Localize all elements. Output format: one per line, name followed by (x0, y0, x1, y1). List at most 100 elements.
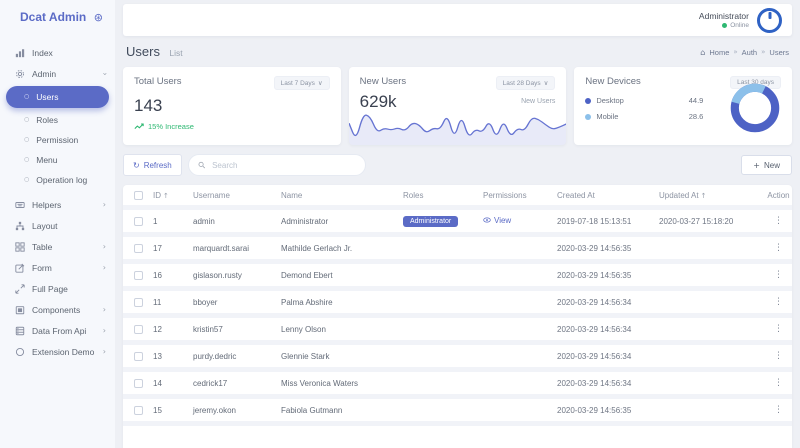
search-input[interactable] (210, 160, 356, 171)
row-actions-kebab-icon[interactable]: ⋮ (774, 378, 783, 388)
bullet-icon: ○ (24, 94, 29, 100)
cell-name: Lenny Olson (281, 325, 403, 334)
sort-asc-icon: ↑ (163, 192, 169, 200)
sidebar-item-permission[interactable]: ○ Permission (0, 130, 115, 150)
row-checkbox[interactable] (134, 379, 143, 388)
refresh-button[interactable]: ↻ Refresh (123, 154, 182, 176)
range-dropdown[interactable]: Last 28 Days ∨ (496, 76, 556, 90)
row-actions-kebab-icon[interactable]: ⋮ (774, 270, 783, 280)
eye-icon (483, 216, 491, 224)
stat-cards: Total Users Last 7 Days ∨ 143 15% Increa… (123, 67, 792, 145)
cell-id: 15 (153, 406, 193, 415)
cell-username: cedrick17 (193, 379, 281, 388)
sidebar-item-label: Menu (36, 155, 106, 165)
sidebar: Dcat Admin ⊛ Index Admin › ○ Users ○ Rol… (0, 0, 115, 448)
sidebar-item-components[interactable]: Components › (0, 299, 115, 320)
breadcrumb-users: Users (769, 48, 789, 57)
row-actions-kebab-icon[interactable]: ⋮ (774, 243, 783, 253)
sidebar-item-label: Table (32, 242, 96, 252)
sidebar-item-users[interactable]: ○ Users (6, 86, 109, 108)
sidebar-item-label: Admin (32, 69, 96, 79)
sitemap-icon (15, 221, 25, 231)
page-header: Users List ⌂ Home » Auth » Users (123, 36, 792, 67)
user-status: Online (699, 22, 749, 29)
sidebar-item-admin[interactable]: Admin › (0, 63, 115, 84)
col-header-username: Username (193, 191, 281, 200)
cell-name: Fabiola Gutmann (281, 406, 403, 415)
row-checkbox[interactable] (134, 217, 143, 226)
row-actions-kebab-icon[interactable]: ⋮ (774, 351, 783, 361)
table-toolbar: ↻ Refresh + New (123, 154, 792, 176)
bullet-icon: ○ (24, 157, 29, 163)
page-subtitle: List (169, 48, 182, 58)
row-checkbox[interactable] (134, 406, 143, 415)
col-header-action: Action (765, 191, 792, 200)
sidebar-item-extension-demo[interactable]: Extension Demo › (0, 341, 115, 362)
col-header-permissions: Permissions (483, 191, 557, 200)
cell-username: purdy.dedric (193, 352, 281, 361)
cell-username: bboyer (193, 298, 281, 307)
table-row: 14 cedrick17 Miss Veronica Waters 2020-0… (123, 372, 792, 399)
sidebar-item-index[interactable]: Index (0, 42, 115, 63)
sidebar-item-data-from-api[interactable]: Data From Api › (0, 320, 115, 341)
sidebar-item-operation-log[interactable]: ○ Operation log (0, 170, 115, 190)
legend-item-desktop: Desktop 44.9 (585, 96, 703, 105)
row-checkbox[interactable] (134, 271, 143, 280)
sort-asc-icon: ↑ (701, 192, 707, 200)
bar-chart-icon (15, 48, 25, 58)
cell-created-at: 2020-03-29 14:56:34 (557, 325, 659, 334)
sidebar-item-label: Full Page (32, 284, 106, 294)
new-button[interactable]: + New (741, 155, 792, 175)
col-header-created-at: Created At (557, 191, 659, 200)
cell-name: Demond Ebert (281, 271, 403, 280)
range-dropdown[interactable]: Last 7 Days ∨ (274, 76, 330, 90)
sidebar-item-label: Form (32, 263, 96, 273)
brand-link[interactable]: Dcat Admin (20, 10, 86, 24)
table-row: 16 gislason.rusty Demond Ebert 2020-03-2… (123, 264, 792, 291)
sidebar-item-form[interactable]: Form › (0, 257, 115, 278)
expand-icon (15, 284, 25, 294)
sidebar-item-layout[interactable]: Layout (0, 215, 115, 236)
sidebar-item-helpers[interactable]: Helpers › (0, 194, 115, 215)
search-box (188, 154, 366, 176)
chevron-right-icon: › (103, 264, 106, 272)
sparkline-chart (349, 105, 567, 145)
keyboard-icon (15, 200, 25, 210)
card-title: Total Users (134, 76, 182, 87)
row-checkbox[interactable] (134, 298, 143, 307)
sidebar-item-menu[interactable]: ○ Menu (0, 150, 115, 170)
sidebar-item-roles[interactable]: ○ Roles (0, 110, 115, 130)
cell-username: marquardt.sarai (193, 244, 281, 253)
cell-id: 14 (153, 379, 193, 388)
view-permissions-link[interactable]: View (483, 216, 511, 225)
col-header-updated-at[interactable]: Updated At↑ (659, 191, 765, 200)
row-checkbox[interactable] (134, 352, 143, 361)
row-actions-kebab-icon[interactable]: ⋮ (774, 405, 783, 415)
legend-value: 44.9 (689, 96, 704, 105)
row-checkbox[interactable] (134, 244, 143, 253)
chevron-down-icon: ∨ (544, 79, 549, 87)
sidebar-toggle-icon[interactable]: ⊛ (94, 11, 103, 24)
user-menu[interactable]: Administrator Online (699, 8, 782, 33)
sidebar-item-full-page[interactable]: Full Page (0, 278, 115, 299)
row-actions-kebab-icon[interactable]: ⋮ (774, 324, 783, 334)
col-header-id[interactable]: ID↑ (153, 191, 193, 200)
sidebar-item-label: Roles (36, 115, 106, 125)
cell-created-at: 2020-03-29 14:56:34 (557, 379, 659, 388)
breadcrumb: ⌂ Home » Auth » Users (700, 48, 789, 57)
row-actions-kebab-icon[interactable]: ⋮ (774, 216, 783, 226)
cell-username: gislason.rusty (193, 271, 281, 280)
cell-username: admin (193, 217, 281, 226)
row-actions-kebab-icon[interactable]: ⋮ (774, 297, 783, 307)
select-all-checkbox[interactable] (134, 191, 143, 200)
avatar[interactable] (757, 8, 782, 33)
row-checkbox[interactable] (134, 325, 143, 334)
sidebar-item-table[interactable]: Table › (0, 236, 115, 257)
database-icon (15, 326, 25, 336)
breadcrumb-auth[interactable]: Auth (742, 48, 757, 57)
cell-created-at: 2020-03-29 14:56:35 (557, 406, 659, 415)
cell-name: Glennie Stark (281, 352, 403, 361)
sidebar-item-label: Layout (32, 221, 106, 231)
sidebar-item-label: Index (32, 48, 106, 58)
breadcrumb-home[interactable]: Home (709, 48, 729, 57)
